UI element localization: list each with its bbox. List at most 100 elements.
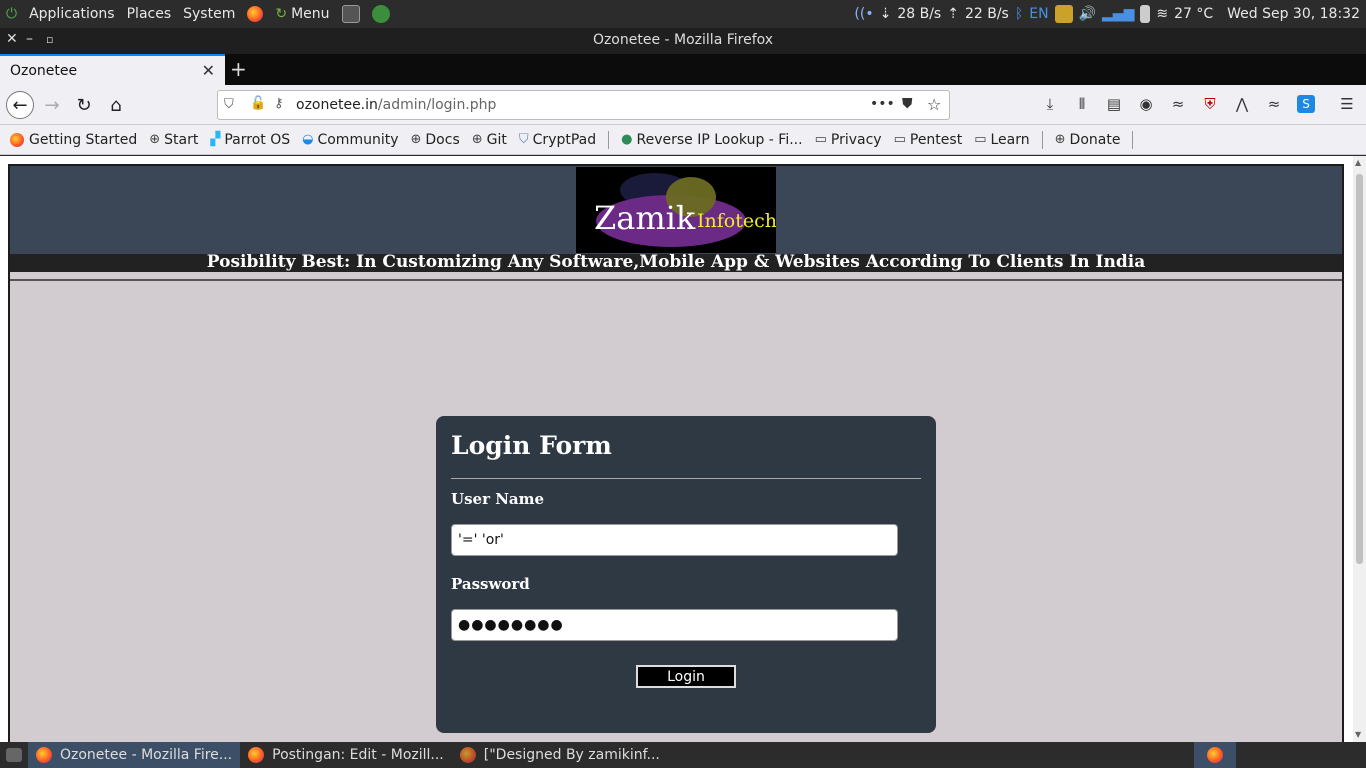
folder-icon: ▭ — [974, 132, 987, 147]
firefox-icon — [459, 747, 476, 763]
page-frame: Zamik Infotech Posibility Best: In Custo… — [8, 164, 1344, 742]
bookmark-reverse-ip[interactable]: ● Reverse IP Lookup - Fi... — [621, 132, 802, 148]
bookmark-label: Parrot OS — [224, 131, 291, 148]
tracking-shield-icon[interactable]: ⛉ — [224, 97, 234, 112]
password-label: Password — [451, 575, 530, 593]
bookmark-star-icon[interactable]: ☆ — [927, 95, 941, 114]
parrot-logo-icon[interactable]: ⏻ — [0, 0, 23, 28]
bookmark-label: Donate — [1069, 131, 1121, 148]
extension-a-icon[interactable]: ⋀ — [1233, 95, 1251, 113]
battery-icon[interactable] — [1140, 5, 1151, 23]
account-icon[interactable]: ◉ — [1137, 95, 1155, 113]
extension-fox2-icon[interactable]: ≈ — [1265, 95, 1283, 113]
navigation-toolbar: ← → ↻ ⌂ ⛉ 🔓 ⚷ ozonetee.in/admin/login.ph… — [0, 85, 1366, 125]
url-text[interactable]: ozonetee.in/admin/login.php — [296, 97, 496, 113]
globe-icon: ⊕ — [149, 132, 161, 147]
scroll-up-icon[interactable]: ▲ — [1355, 158, 1361, 167]
extension-fox-icon[interactable]: ≈ — [1169, 95, 1187, 113]
page-scrollbar[interactable]: ▲ ▼ — [1353, 156, 1366, 742]
bookmark-git[interactable]: ⊕ Git — [472, 132, 507, 148]
new-tab-button[interactable]: + — [230, 57, 247, 81]
volume-icon[interactable]: 🔊 — [1079, 6, 1096, 22]
bookmark-label: Getting Started — [29, 131, 138, 148]
menu-applications[interactable]: Applications — [23, 0, 121, 28]
net-down-speed: 28 B/s — [897, 6, 942, 22]
tab-close-icon[interactable]: ✕ — [202, 61, 215, 80]
bookmark-folder-pentest[interactable]: ▭ Pentest — [894, 132, 963, 148]
community-icon: ◒ — [302, 132, 314, 147]
bookmark-label: Git — [486, 131, 507, 148]
parrot-icon: ▞ — [210, 132, 221, 147]
folder-icon: ▭ — [893, 132, 906, 147]
login-button[interactable]: Login — [636, 665, 736, 688]
bluetooth-icon[interactable]: ᛒ — [1015, 6, 1023, 22]
bookmark-community[interactable]: ◒ Community — [302, 132, 398, 148]
logo-main-text: Zamik — [594, 199, 696, 237]
page-actions-icon[interactable]: ••• — [870, 96, 895, 112]
extension-s-icon[interactable]: S — [1297, 95, 1315, 113]
clock[interactable]: Wed Sep 30, 18:32 — [1227, 6, 1360, 22]
forward-button[interactable]: → — [38, 91, 66, 119]
tab-ozonetee[interactable]: Ozonetee ✕ — [0, 54, 225, 85]
wifi-signal-icon[interactable]: ((• — [854, 6, 873, 22]
bookmark-cryptpad[interactable]: ⛉ CryptPad — [519, 132, 596, 148]
net-up-speed: 22 B/s — [964, 6, 1009, 22]
key-icon[interactable]: ⚷ — [274, 96, 284, 111]
menu-menu[interactable]: ↻ Menu — [269, 0, 335, 28]
workspace-switcher[interactable] — [1194, 742, 1236, 768]
globe-icon: ⊕ — [410, 132, 422, 147]
menu-places[interactable]: Places — [121, 0, 178, 28]
folder-icon: ▭ — [814, 132, 827, 147]
menu-system[interactable]: System — [177, 0, 241, 28]
task-label: ["Designed By zamikinf... — [483, 747, 660, 763]
home-button[interactable]: ⌂ — [102, 91, 130, 119]
keyboard-layout[interactable]: EN — [1029, 6, 1048, 22]
username-input[interactable]: '=' 'or' — [451, 524, 898, 556]
sidebar-icon[interactable]: ▤ — [1105, 95, 1123, 113]
network-tool-icon[interactable] — [366, 0, 396, 28]
bookmark-label: Community — [317, 131, 399, 148]
tab-strip: Ozonetee ✕ + — [0, 54, 1366, 85]
password-input[interactable]: ●●●●●●●● — [451, 609, 898, 641]
task-postingan[interactable]: Postingan: Edit - Mozill... — [240, 742, 452, 768]
ublock-icon[interactable]: ⛨ — [1201, 95, 1219, 113]
site-logo[interactable]: Zamik Infotech — [576, 167, 776, 253]
username-label: User Name — [451, 490, 545, 508]
weather-icon: ≋ — [1156, 6, 1169, 22]
bookmark-label: Start — [164, 131, 199, 148]
bookmark-donate[interactable]: ⊕ Donate — [1055, 132, 1121, 148]
bookmarks-bar: Getting Started ⊕ Start ▞ Parrot OS ◒ Commu… — [0, 125, 1366, 155]
task-label: Postingan: Edit - Mozill... — [272, 747, 444, 763]
signal-bars-icon: ▂▄▆ — [1102, 6, 1135, 22]
bookmark-parrot-os[interactable]: ▞ Parrot OS — [210, 132, 290, 148]
bookmark-folder-learn[interactable]: ▭ Learn — [974, 132, 1029, 148]
downloads-icon[interactable]: ⤓ — [1041, 95, 1059, 113]
task-ozonetee[interactable]: Ozonetee - Mozilla Fire... — [28, 742, 241, 768]
library-icon[interactable]: ⫴ — [1073, 95, 1091, 113]
login-divider — [451, 478, 921, 479]
earth-icon: ● — [621, 132, 633, 147]
reload-button[interactable]: ↻ — [70, 91, 98, 119]
task-designed-by[interactable]: ["Designed By zamikinf... — [452, 742, 668, 768]
pocket-icon[interactable]: ⛊ — [902, 96, 913, 112]
bookmark-docs[interactable]: ⊕ Docs — [411, 132, 460, 148]
bookmark-label: Reverse IP Lookup - Fi... — [636, 131, 803, 148]
bookmark-start[interactable]: ⊕ Start — [149, 132, 198, 148]
bookmark-label: Pentest — [909, 131, 963, 148]
bookmark-label: CryptPad — [532, 131, 597, 148]
firefox-launcher-icon[interactable] — [241, 0, 269, 28]
parrot-menu-icon: ↻ — [275, 6, 288, 22]
back-button[interactable]: ← — [6, 91, 34, 119]
bookmark-folder-privacy[interactable]: ▭ Privacy — [815, 132, 882, 148]
display-icon[interactable] — [1054, 5, 1073, 23]
url-bar[interactable]: ⛉ 🔓 ⚷ ozonetee.in/admin/login.php ••• ⛊ … — [217, 90, 950, 120]
globe-icon: ⊕ — [1054, 132, 1066, 147]
show-desktop-icon[interactable] — [0, 742, 28, 768]
bookmark-getting-started[interactable]: Getting Started — [10, 132, 137, 148]
terminal-launcher-icon[interactable] — [336, 0, 366, 28]
insecure-lock-icon[interactable]: 🔓 — [250, 96, 266, 111]
hamburger-menu-icon[interactable]: ☰ — [1338, 95, 1356, 113]
scroll-thumb[interactable] — [1356, 174, 1363, 564]
scroll-down-icon[interactable]: ▼ — [1355, 730, 1361, 739]
download-arrow-icon: ⇣ — [879, 6, 892, 22]
